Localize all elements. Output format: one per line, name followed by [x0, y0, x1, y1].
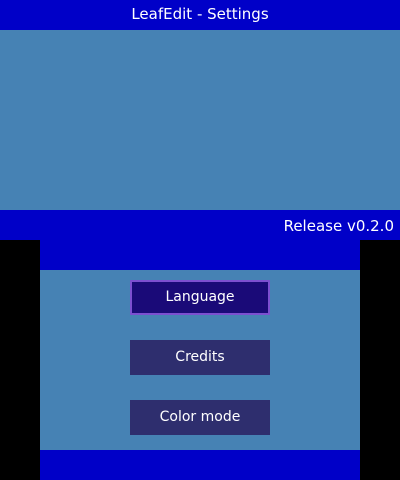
bottom-screen-bottom-bar: [40, 450, 360, 480]
page-title: LeafEdit - Settings: [131, 5, 269, 23]
top-screen: LeafEdit - Settings Release v0.2.0: [0, 0, 400, 240]
credits-button[interactable]: Credits: [130, 340, 270, 375]
credits-button-label: Credits: [175, 349, 225, 365]
language-button-label: Language: [165, 289, 235, 305]
color-mode-button-label: Color mode: [159, 409, 241, 425]
bottom-screen-top-bar: [40, 240, 360, 270]
title-bar: LeafEdit - Settings: [0, 0, 400, 30]
bottom-screen: Language Credits Color mode: [40, 240, 360, 480]
language-button[interactable]: Language: [130, 280, 270, 315]
version-label: Release v0.2.0: [283, 217, 394, 235]
version-bar: Release v0.2.0: [0, 210, 400, 240]
app-screen: LeafEdit - Settings Release v0.2.0 Langu…: [0, 0, 400, 480]
color-mode-button[interactable]: Color mode: [130, 400, 270, 435]
